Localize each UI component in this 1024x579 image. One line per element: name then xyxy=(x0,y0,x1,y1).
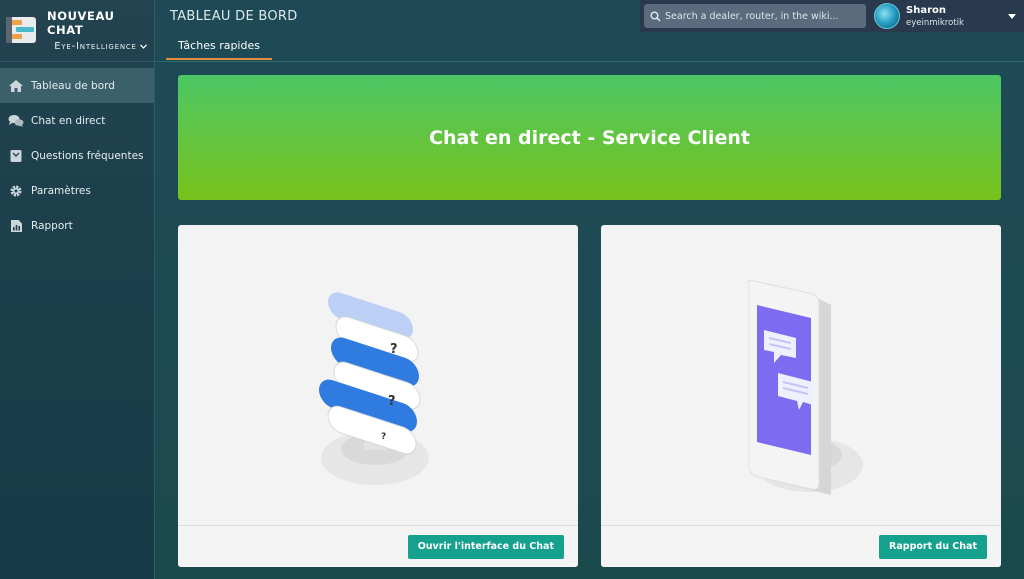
card-footer: Ouvrir l'interface du Chat xyxy=(178,525,578,567)
user-area: Sharon eyeinmikrotik xyxy=(640,0,1024,32)
user-info[interactable]: Sharon eyeinmikrotik xyxy=(906,5,964,28)
chat-app-logo-icon xyxy=(5,14,39,48)
chat-bubbles-icon xyxy=(8,113,24,129)
svg-text:?: ? xyxy=(390,342,398,357)
search-box[interactable] xyxy=(644,4,866,28)
sidebar-item-label: Paramètres xyxy=(31,184,91,197)
sidebar-item-label: Tableau de bord xyxy=(31,79,115,92)
home-icon xyxy=(8,78,24,94)
open-chat-interface-button[interactable]: Ouvrir l'interface du Chat xyxy=(407,534,564,559)
chat-bubbles-illustration: ? ? ? xyxy=(319,292,429,485)
book-icon xyxy=(8,148,24,164)
sidebar-item-questions-frequentes[interactable]: Questions fréquentes xyxy=(0,138,154,173)
sidebar-item-label: Rapport xyxy=(31,219,73,232)
card-footer: Rapport du Chat xyxy=(601,525,1001,567)
caret-down-icon[interactable] xyxy=(1008,12,1016,21)
sidebar-item-rapport[interactable]: Rapport xyxy=(0,208,154,243)
search-input[interactable] xyxy=(665,10,855,22)
sidebar-item-tableau-de-bord[interactable]: Tableau de bord xyxy=(0,68,154,103)
card-illustration-area xyxy=(601,225,1001,525)
avatar[interactable] xyxy=(874,3,900,29)
chevron-down-icon xyxy=(139,41,147,52)
sidebar-item-chat-en-direct[interactable]: Chat en direct xyxy=(0,103,154,138)
user-handle: eyeinmikrotik xyxy=(906,17,964,28)
report-icon xyxy=(8,218,24,234)
page-title: TABLEAU DE BORD xyxy=(170,9,298,24)
sidebar-nav: Tableau de bord Chat en direct Questions… xyxy=(0,68,154,243)
svg-text:?: ? xyxy=(381,432,386,442)
chat-report-button[interactable]: Rapport du Chat xyxy=(879,534,987,559)
brand[interactable]: NOUVEAU CHAT Eye-Intelligence xyxy=(0,0,154,62)
gear-icon xyxy=(8,183,24,199)
sidebar: NOUVEAU CHAT Eye-Intelligence Tableau de… xyxy=(0,0,155,579)
banner: Chat en direct - Service Client xyxy=(178,75,1001,200)
brand-title: NOUVEAU CHAT xyxy=(47,9,115,37)
phone-chat-illustration xyxy=(748,279,863,495)
chat-interface-card: ? ? ? Ouvrir l'interface du Chat xyxy=(178,225,578,567)
search-icon xyxy=(650,7,661,26)
sidebar-item-label: Chat en direct xyxy=(31,114,106,127)
brand-subtitle[interactable]: Eye-Intelligence xyxy=(54,41,147,52)
card-illustration-area: ? ? ? xyxy=(178,225,578,525)
tab-taches-rapides[interactable]: Tâches rapides xyxy=(166,37,272,60)
user-name: Sharon xyxy=(906,4,946,16)
banner-title: Chat en direct - Service Client xyxy=(429,126,750,149)
svg-text:?: ? xyxy=(388,394,396,409)
top-bar: TABLEAU DE BORD Tâches rapides Sharon ey… xyxy=(156,0,1024,62)
sidebar-item-label: Questions fréquentes xyxy=(31,149,144,162)
chat-report-card: Rapport du Chat xyxy=(601,225,1001,567)
brand-subtitle-label: Eye-Intelligence xyxy=(54,41,137,52)
sidebar-item-parametres[interactable]: Paramètres xyxy=(0,173,154,208)
